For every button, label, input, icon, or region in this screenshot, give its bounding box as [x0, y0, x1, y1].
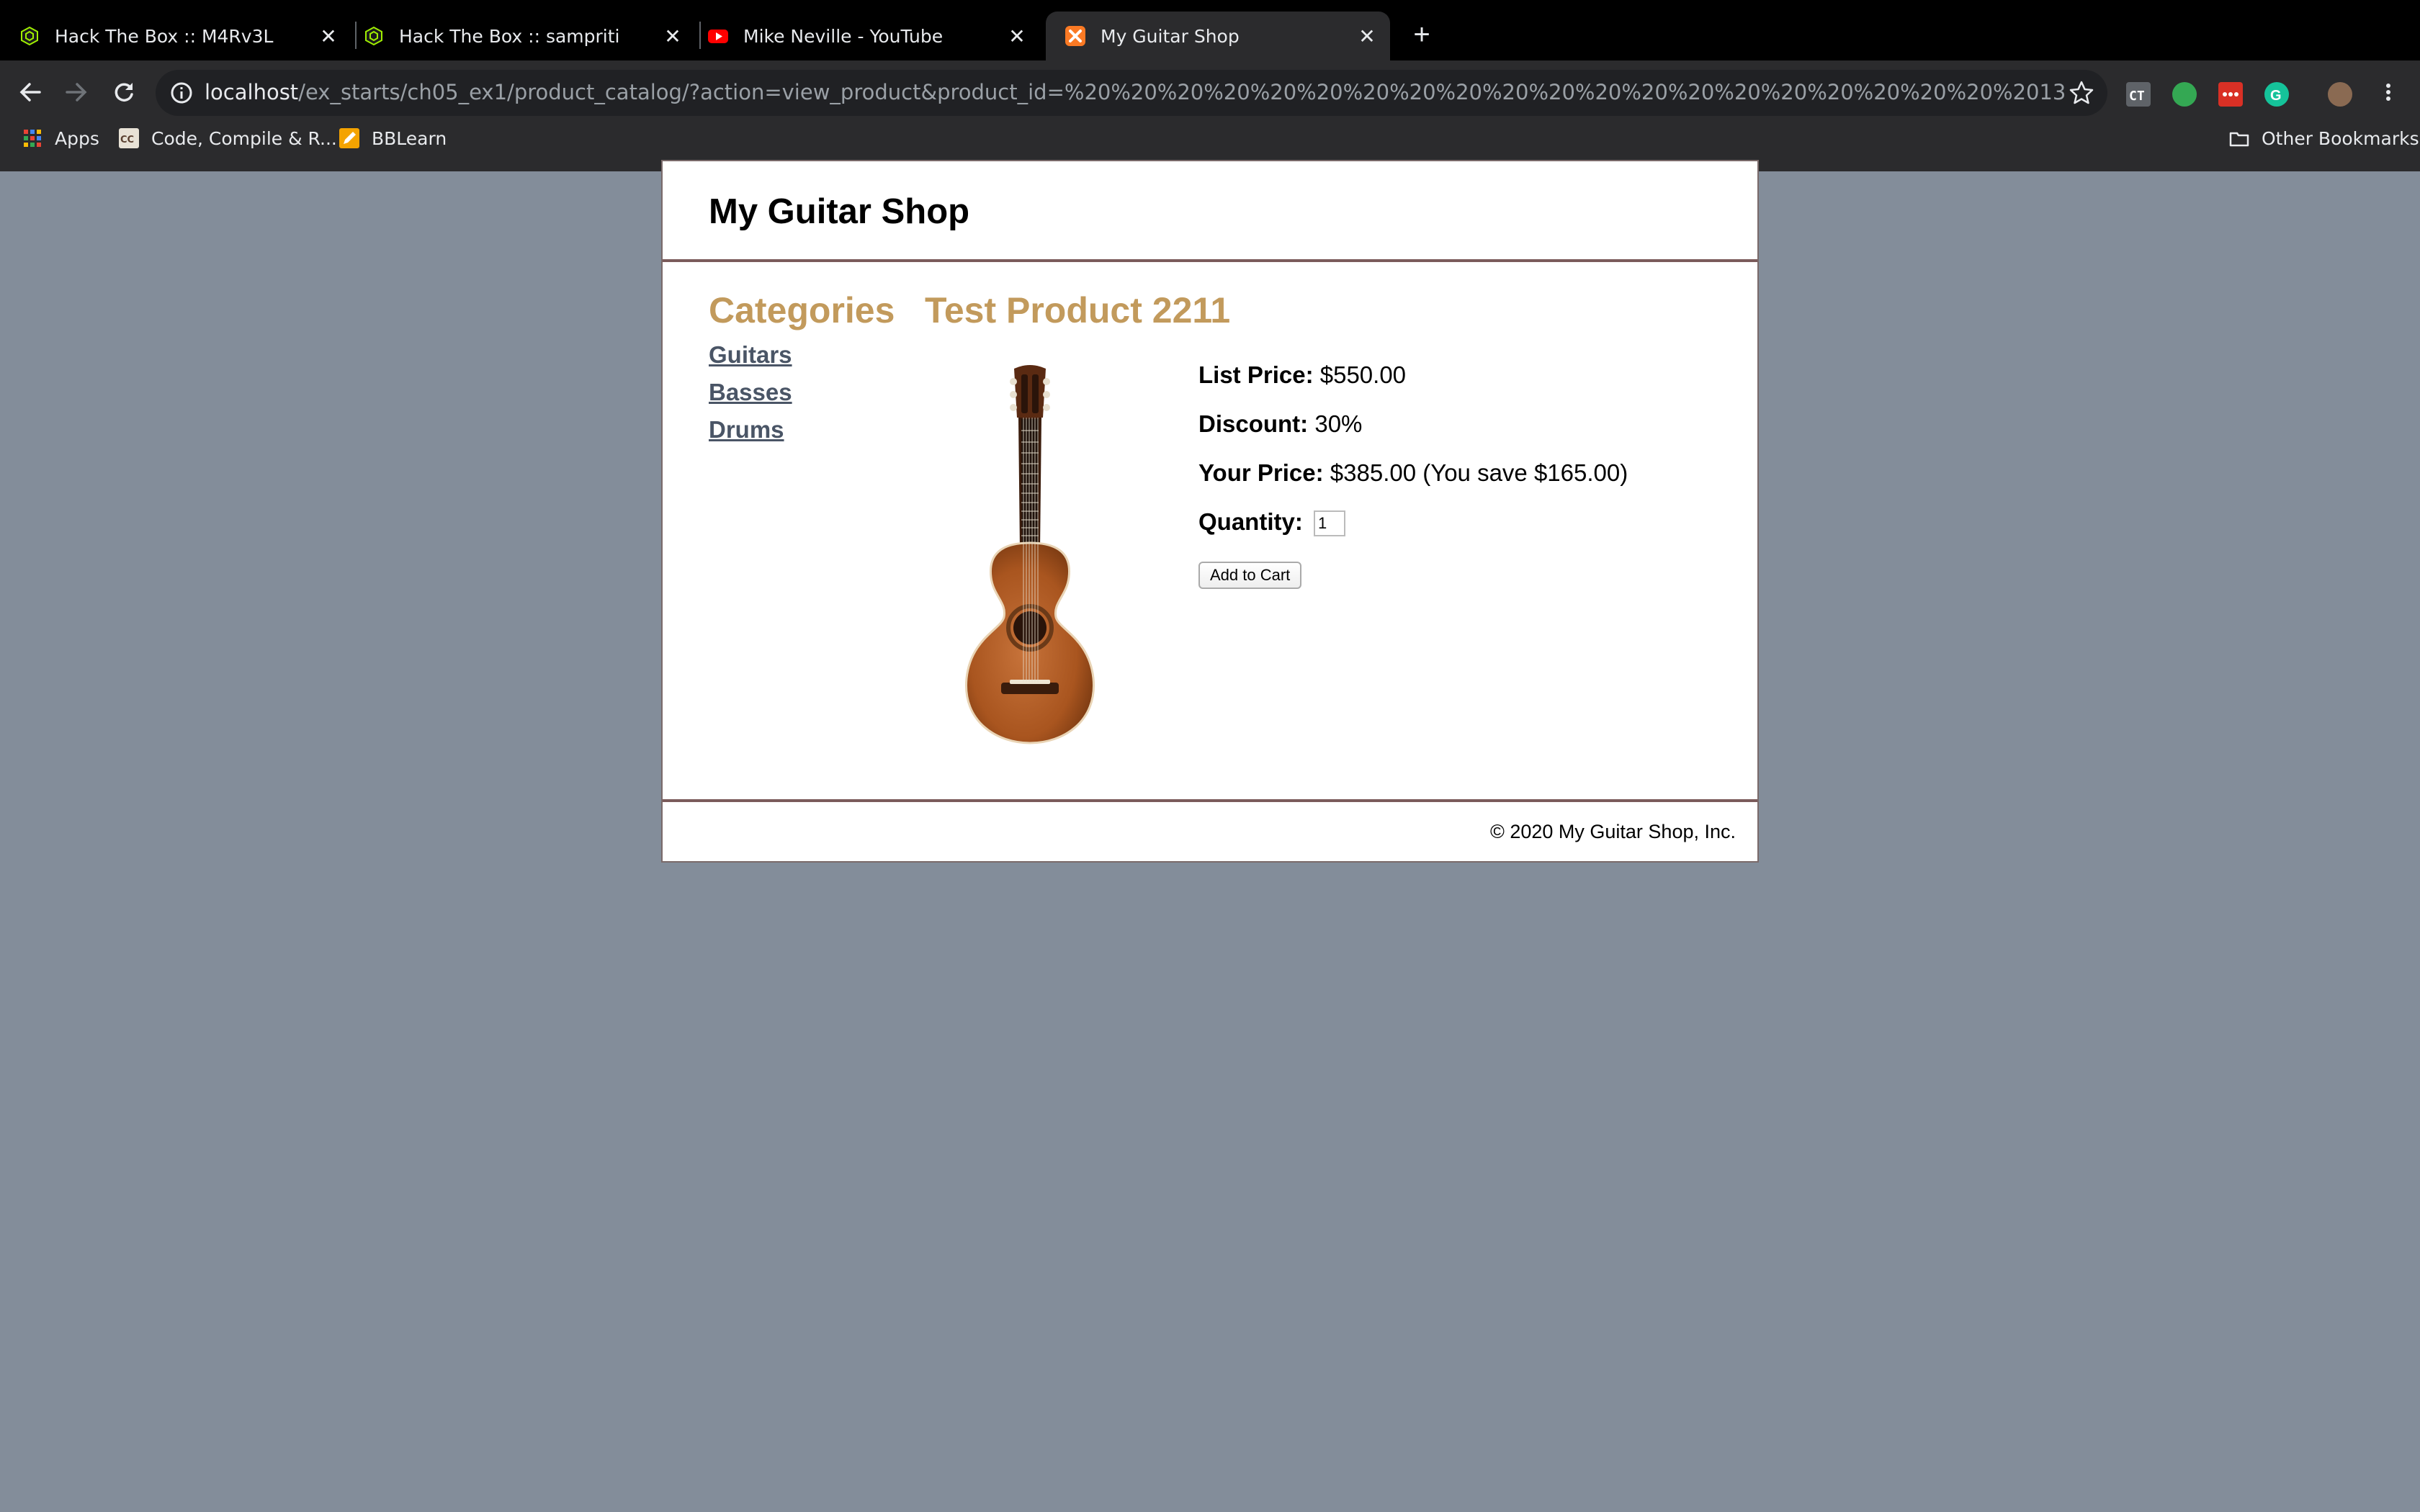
category-list: Guitars Basses Drums: [709, 341, 792, 454]
reload-icon: [115, 83, 133, 102]
other-bookmarks[interactable]: Other Bookmarks: [2228, 124, 2419, 153]
quantity-label: Quantity:: [1198, 508, 1303, 535]
bookmarks-bar: Apps CC Code, Compile & R... BBLearn Oth…: [0, 117, 2420, 160]
close-tab-icon[interactable]: ✕: [658, 24, 687, 48]
bookmark-star-icon[interactable]: [2069, 80, 2094, 106]
product-name: Test Product 2211: [925, 290, 1231, 330]
tab-youtube[interactable]: Mike Neville - YouTube ✕: [689, 12, 1040, 60]
close-tab-icon[interactable]: ✕: [1003, 24, 1031, 48]
bookmark-code-compile[interactable]: CC Code, Compile & R...: [118, 124, 337, 153]
apps-grid-icon: [24, 130, 41, 147]
add-to-cart-button[interactable]: Add to Cart: [1198, 562, 1302, 589]
copyright-text: © 2020 My Guitar Shop, Inc.: [1489, 821, 1736, 842]
forward-arrow-icon: [66, 83, 87, 102]
tab-my-guitar-shop[interactable]: My Guitar Shop ✕: [1046, 12, 1390, 60]
url-host: localhost: [205, 80, 299, 104]
classical-guitar-image: [965, 365, 1095, 744]
close-tab-icon[interactable]: ✕: [1353, 24, 1381, 48]
quantity-row: Quantity:: [1198, 508, 1628, 557]
green-extension-icon[interactable]: [2172, 82, 2197, 107]
pencil-icon: [339, 128, 359, 148]
red-extension-icon[interactable]: [2218, 82, 2243, 107]
reload-button[interactable]: [105, 73, 143, 111]
your-price-label: Your Price:: [1198, 459, 1324, 486]
list-price-label: List Price:: [1198, 361, 1314, 388]
close-tab-icon[interactable]: ✕: [314, 24, 343, 48]
page-container: My Guitar Shop Categories Guitars Basses…: [661, 160, 1759, 863]
list-price-row: List Price: $550.00: [1198, 361, 1628, 410]
your-price-value: $385.00 (You save $165.00): [1330, 459, 1628, 486]
address-bar[interactable]: localhost/ex_starts/ch05_ex1/product_cat…: [156, 70, 2107, 116]
profile-avatar[interactable]: [2328, 82, 2352, 107]
list-item: Guitars: [709, 341, 792, 379]
list-item: Basses: [709, 379, 792, 416]
youtube-icon: [708, 30, 728, 43]
product-details: List Price: $550.00 Discount: 30% Your P…: [1198, 361, 1628, 589]
quantity-input[interactable]: [1314, 510, 1345, 537]
svg-text:CT: CT: [2129, 89, 2145, 104]
discount-label: Discount:: [1198, 410, 1309, 437]
bookmark-label: BBLearn: [372, 127, 447, 149]
tab-strip: Hack The Box :: M4Rv3L ✕ Hack The Box ::…: [0, 0, 2420, 60]
svg-text:G: G: [2270, 88, 2282, 104]
browser-menu-button[interactable]: [2370, 73, 2407, 111]
more-vert-icon: [2386, 84, 2390, 101]
hackthebox-icon: [21, 26, 38, 46]
tab-title: Mike Neville - YouTube: [743, 25, 944, 47]
url-text: localhost/ex_starts/ch05_ex1/product_cat…: [205, 80, 2066, 104]
category-link-drums[interactable]: Drums: [709, 416, 784, 443]
hackthebox-icon: [365, 26, 382, 46]
other-bookmarks-label: Other Bookmarks: [2262, 127, 2419, 149]
discount-row: Discount: 30%: [1198, 410, 1628, 459]
bookmark-label: Code, Compile & R...: [151, 127, 337, 149]
site-footer: © 2020 My Guitar Shop, Inc.: [663, 802, 1757, 860]
svg-text:CC: CC: [120, 135, 134, 145]
list-item: Drums: [709, 416, 792, 454]
new-tab-button[interactable]: +: [1404, 17, 1439, 52]
cc-icon: CC: [119, 128, 139, 148]
back-arrow-icon: [19, 83, 41, 102]
category-link-guitars[interactable]: Guitars: [709, 341, 792, 368]
category-link-basses[interactable]: Basses: [709, 379, 792, 405]
url-path: /ex_starts/ch05_ex1/product_catalog/?act…: [298, 80, 2066, 104]
site-title: My Guitar Shop: [709, 192, 970, 231]
your-price-row: Your Price: $385.00 (You save $165.00): [1198, 459, 1628, 508]
main-content: Categories Guitars Basses Drums Test Pro…: [663, 262, 1757, 802]
forward-button[interactable]: [58, 73, 95, 111]
info-icon[interactable]: [170, 81, 193, 104]
tab-hackthebox-m4rv3l[interactable]: Hack The Box :: M4Rv3L ✕: [0, 12, 351, 60]
tab-title: My Guitar Shop: [1101, 25, 1240, 47]
bookmark-apps[interactable]: Apps: [22, 124, 99, 153]
discount-value: 30%: [1314, 410, 1363, 437]
grammarly-icon[interactable]: G: [2264, 82, 2289, 107]
bookmark-bblearn[interactable]: BBLearn: [339, 124, 447, 153]
tab-title: Hack The Box :: sampriti: [399, 25, 620, 47]
xampp-icon: [1065, 26, 1085, 46]
site-header: My Guitar Shop: [663, 161, 1757, 262]
tab-title: Hack The Box :: M4Rv3L: [55, 25, 274, 47]
categories-heading: Categories: [709, 290, 895, 330]
list-price-value: $550.00: [1319, 361, 1407, 388]
bookmark-label: Apps: [55, 127, 99, 149]
back-button[interactable]: [12, 73, 49, 111]
folder-icon: [2229, 132, 2249, 147]
ct-extension-icon[interactable]: CT: [2126, 82, 2151, 107]
tab-hackthebox-sampriti[interactable]: Hack The Box :: sampriti ✕: [344, 12, 696, 60]
